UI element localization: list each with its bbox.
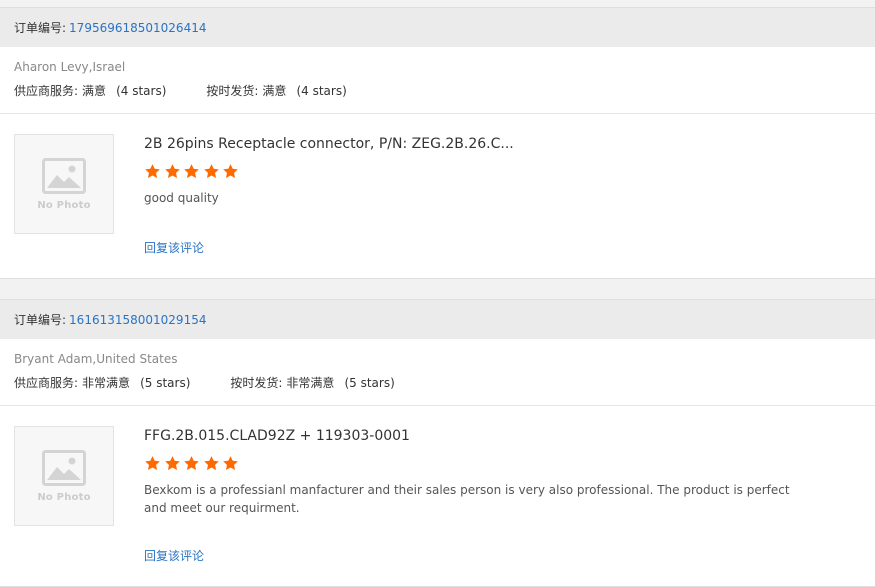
- buyer-name: Bryant Adam,United States: [14, 352, 178, 366]
- order-header: 订单编号: 179569618501026414: [0, 8, 875, 47]
- star-rating: [144, 163, 861, 180]
- order-number-link[interactable]: 161613158001029154: [69, 313, 206, 327]
- delivery-label: 按时发货:: [206, 84, 259, 98]
- star-icon: [145, 456, 160, 470]
- star-icon: [223, 456, 238, 470]
- review-body: 2B 26pins Receptacle connector, P/N: ZEG…: [144, 134, 861, 278]
- star-icon: [145, 164, 160, 178]
- supplier-service-stars: (4 stars): [116, 84, 167, 98]
- supplier-service-label: 供应商服务:: [14, 84, 79, 98]
- image-placeholder-icon: [42, 157, 86, 194]
- supplier-service-value: 非常满意: [82, 376, 131, 390]
- delivery-label: 按时发货:: [230, 376, 283, 390]
- supplier-service-rating: 供应商服务: 满意 (4 stars): [14, 83, 166, 99]
- star-icon: [223, 164, 238, 178]
- no-photo-text: No Photo: [37, 491, 91, 503]
- review-item: No Photo FFG.2B.015.CLAD92Z + 119303-000…: [0, 406, 875, 586]
- order-header: 订单编号: 161613158001029154: [0, 300, 875, 339]
- order-block: 订单编号: 179569618501026414 Aharon Levy,Isr…: [0, 7, 875, 279]
- star-icon: [164, 456, 180, 470]
- reply-review-link[interactable]: 回复该评论: [144, 239, 204, 256]
- seller-ratings: 供应商服务: 满意 (4 stars) 按时发货: 满意 (4 stars): [14, 83, 861, 99]
- buyer-name: Aharon Levy,Israel: [14, 60, 126, 74]
- review-body: FFG.2B.015.CLAD92Z + 119303-0001 Bexkom …: [144, 426, 861, 586]
- review-comment: Bexkom is a professianl manfacturer and …: [144, 483, 790, 515]
- delivery-stars: (4 stars): [296, 84, 347, 98]
- product-title[interactable]: 2B 26pins Receptacle connector, P/N: ZEG…: [144, 135, 861, 153]
- star-icon: [184, 456, 199, 470]
- product-photo[interactable]: No Photo: [14, 134, 114, 234]
- delivery-value: 非常满意: [286, 376, 335, 390]
- order-block: 订单编号: 161613158001029154 Bryant Adam,Uni…: [0, 299, 875, 587]
- star-icon: [203, 456, 219, 470]
- supplier-service-stars: (5 stars): [140, 376, 191, 390]
- star-icon: [184, 164, 199, 178]
- review-comment: good quality: [144, 191, 219, 205]
- supplier-service-value: 满意: [82, 84, 107, 98]
- supplier-service-rating: 供应商服务: 非常满意 (5 stars): [14, 375, 190, 391]
- image-placeholder-icon: [42, 449, 86, 486]
- review-item: No Photo 2B 26pins Receptacle connector,…: [0, 114, 875, 278]
- product-photo[interactable]: No Photo: [14, 426, 114, 526]
- order-number-label: 订单编号:: [14, 21, 67, 35]
- star-rating: [144, 455, 861, 472]
- supplier-service-label: 供应商服务:: [14, 376, 79, 390]
- product-title[interactable]: FFG.2B.015.CLAD92Z + 119303-0001: [144, 427, 861, 445]
- seller-ratings: 供应商服务: 非常满意 (5 stars) 按时发货: 非常满意 (5 star…: [14, 375, 861, 391]
- reply-review-link[interactable]: 回复该评论: [144, 547, 204, 564]
- buyer-info: Bryant Adam,United States 供应商服务: 非常满意 (5…: [0, 339, 875, 406]
- buyer-info: Aharon Levy,Israel 供应商服务: 满意 (4 stars) 按…: [0, 47, 875, 114]
- order-number-label: 订单编号:: [14, 313, 67, 327]
- delivery-stars: (5 stars): [344, 376, 395, 390]
- order-number-link[interactable]: 179569618501026414: [69, 21, 206, 35]
- star-icon: [164, 164, 180, 178]
- top-gap: [0, 0, 875, 7]
- section-gap: [0, 279, 875, 299]
- no-photo-text: No Photo: [37, 199, 91, 211]
- star-icon: [203, 164, 219, 178]
- delivery-rating: 按时发货: 非常满意 (5 stars): [230, 375, 394, 391]
- delivery-value: 满意: [262, 84, 287, 98]
- delivery-rating: 按时发货: 满意 (4 stars): [206, 83, 346, 99]
